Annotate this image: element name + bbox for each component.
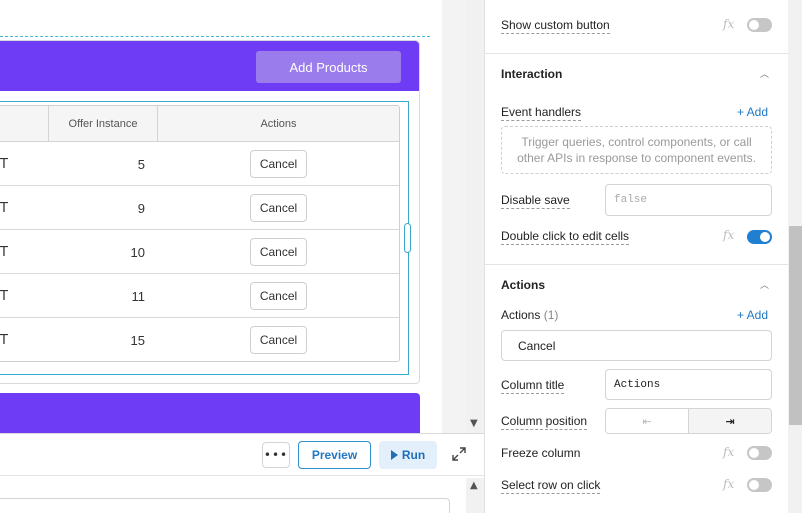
cancel-button[interactable]: Cancel (250, 326, 307, 354)
double-click-edit-toggle[interactable] (747, 230, 772, 244)
disable-save-label: Disable save (501, 193, 570, 209)
table-resize-handle[interactable] (404, 223, 411, 253)
fx-icon[interactable]: fx (723, 228, 734, 242)
cell-actions: Cancel (158, 318, 399, 361)
actions-list-heading: Actions (1) (501, 308, 558, 322)
column-title-label: Column title (501, 378, 565, 394)
fx-icon[interactable]: fx (723, 445, 734, 459)
play-icon (390, 450, 398, 460)
chevron-up-icon[interactable]: ︿ (760, 67, 769, 80)
scroll-down-arrow-icon[interactable]: ▼ (470, 418, 478, 429)
column-position-label: Column position (501, 414, 588, 430)
cell-actions: Cancel (158, 274, 399, 318)
cancel-button[interactable]: Cancel (250, 194, 307, 222)
second-container-header[interactable] (0, 393, 420, 433)
cell-offer-instance[interactable]: 11 (48, 274, 158, 318)
run-label: Run (401, 448, 426, 462)
cell-offer-instance[interactable]: 5 (48, 142, 158, 186)
double-click-edit-label: Double click to edit cells (501, 229, 630, 245)
table-row[interactable]: T 15 Cancel (0, 318, 399, 361)
cell-prefix: T (0, 332, 8, 348)
chevron-up-icon[interactable]: ︿ (760, 278, 769, 291)
cancel-button[interactable]: Cancel (250, 282, 307, 310)
interaction-section-title[interactable]: Interaction (501, 67, 562, 81)
actions-count: (1) (543, 308, 559, 322)
more-options-button[interactable]: ••• (262, 442, 290, 468)
fx-icon[interactable]: fx (723, 17, 734, 31)
toggle-knob (749, 480, 759, 490)
cell-offer-instance[interactable]: 10 (48, 230, 158, 274)
select-row-on-click-label: Select row on click (501, 478, 601, 494)
column-header-actions[interactable]: Actions (158, 106, 399, 142)
fx-icon[interactable]: fx (723, 477, 734, 491)
cell-prefix: T (0, 156, 8, 172)
query-panel-divider (0, 475, 484, 476)
query-editor[interactable] (0, 498, 450, 513)
table-row[interactable]: T 10 Cancel (0, 230, 399, 274)
section-divider (485, 264, 788, 265)
actions-label: Actions (501, 308, 541, 322)
select-row-on-click-toggle[interactable] (747, 478, 772, 492)
query-panel: ••• Preview Run ▲ (0, 433, 484, 513)
cell-actions: Cancel (158, 142, 399, 186)
toggle-knob (749, 20, 759, 30)
container-header: Add Products (0, 41, 419, 91)
table-row[interactable]: T 11 Cancel (0, 274, 399, 318)
actions-section-title[interactable]: Actions (501, 278, 545, 292)
run-button[interactable]: Run (379, 441, 437, 469)
freeze-column-toggle[interactable] (747, 446, 772, 460)
products-container[interactable]: Add Products Offer Instance Actions T 5 … (0, 40, 420, 384)
cell-offer-instance[interactable]: 9 (48, 186, 158, 230)
add-products-button[interactable]: Add Products (256, 51, 401, 83)
show-custom-button-toggle[interactable] (747, 18, 772, 32)
cell-prefix: T (0, 200, 8, 216)
drop-guide-line (0, 36, 430, 37)
canvas-scrollbar[interactable] (466, 0, 484, 433)
toggle-knob (760, 232, 770, 242)
toggle-knob (749, 448, 759, 458)
scroll-up-arrow-icon[interactable]: ▲ (470, 480, 478, 491)
inspector-scrollbar-thumb[interactable] (789, 226, 802, 425)
offers-table[interactable]: Offer Instance Actions T 5 Cancel T 9 Ca… (0, 105, 400, 362)
column-title-input[interactable]: Actions (605, 369, 772, 400)
inspector-panel: Show custom button fx Interaction ︿ Even… (484, 0, 802, 513)
cell-offer-instance[interactable]: 15 (48, 318, 158, 361)
position-right-icon[interactable]: ⇥ (689, 409, 771, 433)
position-left-icon[interactable]: ⇤ (606, 409, 689, 433)
cell-prefix: T (0, 288, 8, 304)
cancel-button[interactable]: Cancel (250, 238, 307, 266)
cell-actions: Cancel (158, 230, 399, 274)
freeze-column-label: Freeze column (501, 446, 581, 460)
column-header-offer-instance[interactable]: Offer Instance (48, 106, 158, 142)
disable-save-input[interactable]: false (605, 184, 772, 216)
table-row[interactable]: T 5 Cancel (0, 142, 399, 186)
preview-button[interactable]: Preview (298, 441, 371, 469)
action-item-cancel[interactable]: Cancel (501, 330, 772, 361)
query-panel-scrollbar[interactable]: ▲ (466, 478, 484, 513)
cell-actions: Cancel (158, 186, 399, 230)
cancel-button[interactable]: Cancel (250, 150, 307, 178)
cell-prefix: T (0, 244, 8, 260)
event-handlers-empty-state: Trigger queries, control components, or … (501, 126, 772, 174)
show-custom-button-label: Show custom button (501, 18, 610, 34)
event-handlers-label: Event handlers (501, 105, 582, 121)
expand-icon[interactable] (451, 446, 467, 462)
table-header-row: Offer Instance Actions (0, 106, 399, 142)
app-canvas: Add Products Offer Instance Actions T 5 … (0, 0, 466, 433)
column-position-segmented-control: ⇤ ⇥ (605, 408, 772, 434)
section-divider (485, 53, 788, 54)
table-row[interactable]: T 9 Cancel (0, 186, 399, 230)
add-event-handler-link[interactable]: + Add (737, 105, 768, 119)
add-action-link[interactable]: + Add (737, 308, 768, 322)
